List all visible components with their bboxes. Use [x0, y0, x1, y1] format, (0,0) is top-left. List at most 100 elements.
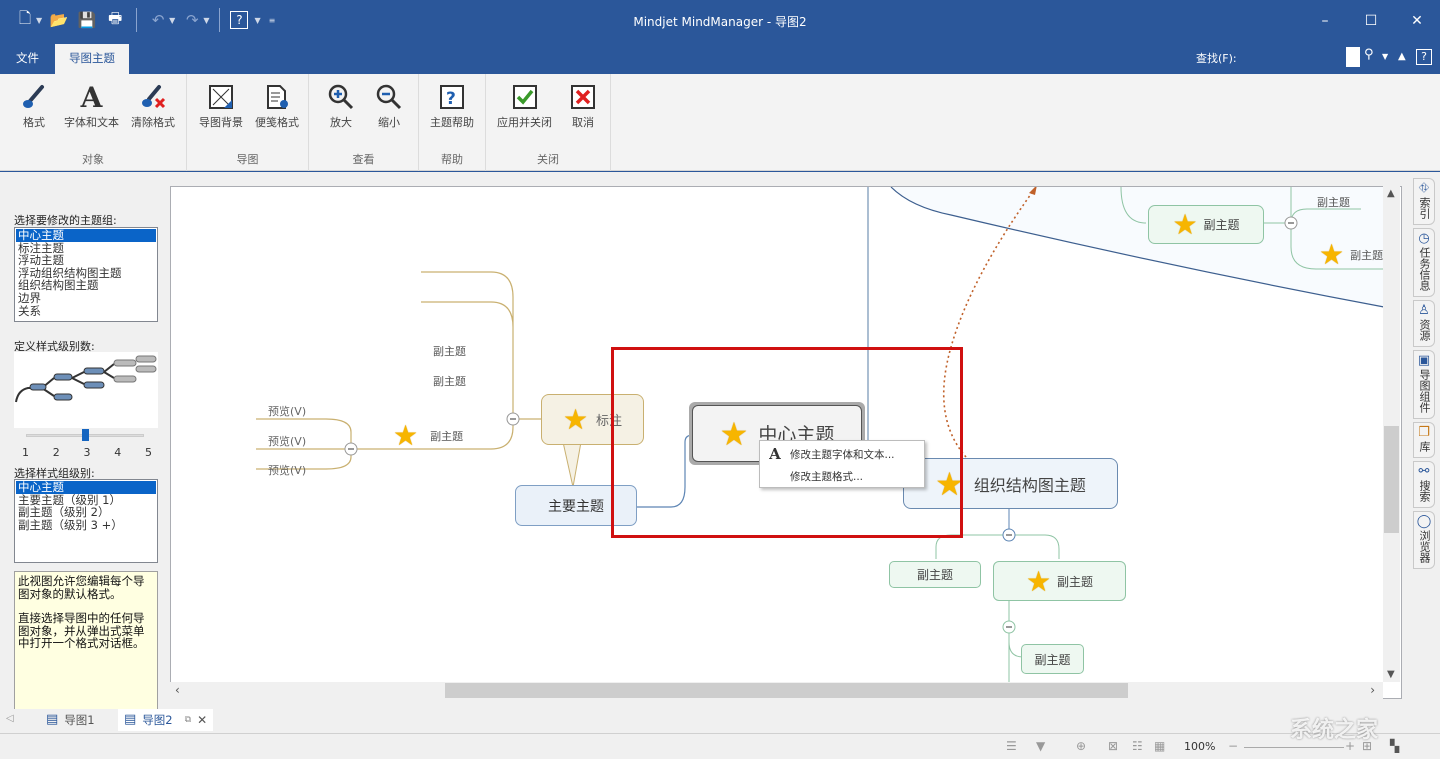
search-icon: ⚯ [1418, 464, 1430, 479]
side-tab-library[interactable]: ❐ 库 [1413, 422, 1435, 458]
redo-icon[interactable]: ↷ [181, 9, 203, 31]
help-dropdown-icon[interactable]: ▼ [254, 16, 260, 25]
doc-tab-label: 导图2 [142, 713, 173, 727]
scroll-left-icon[interactable]: ‹ [175, 683, 180, 697]
new-dropdown-icon[interactable]: ▼ [36, 16, 42, 25]
tab-file[interactable]: 文件 [2, 44, 53, 74]
collapse-icon[interactable]: ⊠ [1108, 739, 1118, 753]
horizontal-scrollbar[interactable]: ‹ › [170, 682, 1383, 699]
preview-node[interactable]: 预览(V) [268, 433, 306, 449]
side-tab-search[interactable]: ⚯ 搜索 [1413, 461, 1435, 508]
print-icon[interactable]: 🖶 [104, 9, 126, 31]
list-item[interactable]: 中心主题 [16, 229, 156, 242]
preview-node[interactable]: 预览(V) [268, 462, 306, 478]
preview-node[interactable]: 预览(V) [268, 403, 306, 419]
side-tab-label: 库 [1418, 441, 1431, 452]
undo-dropdown-icon[interactable]: ▼ [169, 16, 175, 25]
minimize-button[interactable]: – [1302, 0, 1348, 42]
customize-qat-icon[interactable]: ≡ [269, 16, 276, 25]
undo-icon[interactable]: ↶ [147, 9, 169, 31]
binoculars-icon[interactable]: ⚲ [1364, 47, 1374, 62]
side-tab-index[interactable]: ⛗ 索引 [1413, 178, 1435, 225]
apply-close-button[interactable]: 应用并关闭 [497, 80, 552, 130]
layout-icon[interactable]: ▚ [1390, 739, 1399, 753]
find-dropdown-icon[interactable]: ▼ [1382, 52, 1388, 61]
format-button[interactable]: 格式 [20, 80, 48, 130]
group-label: 关闭 [537, 153, 559, 166]
subtopic-node[interactable]: 副主题 [1317, 194, 1350, 210]
help-icon[interactable]: ? [230, 11, 249, 29]
notes-icon[interactable]: ☷ [1132, 739, 1143, 753]
side-tab-browser[interactable]: ◯ 浏览器 [1413, 511, 1435, 569]
list-item[interactable]: 中心主题 [16, 481, 156, 494]
index-icon: ⛗ [1418, 181, 1430, 196]
subtopic-node[interactable]: ★ 副主题 [1148, 205, 1264, 244]
topic-group-label: 选择要修改的主题组: [14, 214, 117, 227]
list-item[interactable]: 浮动主题 [16, 254, 156, 267]
tab-map-theme[interactable]: 导图主题 [55, 44, 129, 74]
subtopic-node[interactable]: ★ 副主题 [393, 419, 463, 452]
theme-help-icon: ? [430, 80, 474, 114]
redo-dropdown-icon[interactable]: ▼ [203, 16, 209, 25]
zoom-out-button[interactable]: 缩小 [375, 80, 403, 130]
browser-icon: ◯ [1416, 514, 1432, 529]
topic-group-list[interactable]: 中心主题 标注主题 浮动主题 浮动组织结构图主题 组织结构图主题 边界 关系 [14, 227, 158, 322]
close-button[interactable]: ✕ [1394, 0, 1440, 42]
doc-tab-map1[interactable]: ▤ 导图1 [46, 709, 95, 731]
float-tab-icon[interactable]: ⧉ [185, 709, 191, 731]
map-background-button[interactable]: 导图背景 [199, 80, 243, 130]
list-item[interactable]: 副主题（级别 3 +） [16, 519, 156, 532]
side-tab-label: 任务信息 [1418, 247, 1431, 291]
maximize-button[interactable]: ☐ [1348, 0, 1394, 42]
tick-label: 2 [52, 446, 60, 459]
list-item[interactable]: 关系 [16, 304, 156, 318]
outline-view-icon[interactable]: ☰ [1006, 739, 1017, 753]
side-tab-task-info[interactable]: ◷ 任务信息 [1413, 228, 1435, 297]
collapse-ribbon-icon[interactable]: ▲ [1398, 51, 1406, 62]
subtopic-node[interactable]: ★ 副主题 [993, 561, 1126, 601]
list-item[interactable]: 边界 [16, 292, 156, 305]
doc-tab-map2[interactable]: ▤ 导图2 ⧉ ✕ [118, 709, 214, 731]
side-tab-resources[interactable]: ♙ 资源 [1413, 300, 1435, 347]
cancel-button[interactable]: 取消 [570, 80, 596, 130]
subtopic-node[interactable]: 副主题 [433, 343, 466, 359]
scroll-thumb[interactable] [1384, 426, 1399, 533]
font-text-button[interactable]: A 字体和文本 [64, 80, 119, 130]
find-dropdown[interactable] [1346, 47, 1360, 67]
tab-scroll-left-icon[interactable]: ◁ [6, 713, 14, 724]
help-icon[interactable]: ? [1416, 49, 1432, 65]
zoom-out-icon[interactable]: − [1228, 739, 1238, 753]
vertical-scrollbar[interactable]: ▲ ▼ [1383, 186, 1400, 682]
calendar-icon[interactable]: ▦ [1154, 739, 1165, 753]
scroll-right-icon[interactable]: › [1370, 683, 1375, 697]
library-icon: ❐ [1418, 425, 1430, 440]
notes-format-button[interactable]: 便笺格式 [255, 80, 299, 130]
clear-format-button[interactable]: 清除格式 [131, 80, 175, 130]
theme-help-button[interactable]: ? 主题帮助 [430, 80, 474, 130]
scroll-up-icon[interactable]: ▲ [1387, 188, 1395, 199]
map-background-icon [199, 80, 243, 114]
style-group-list[interactable]: 中心主题 主要主题（级别 1） 副主题（级别 2） 副主题（级别 3 +） [14, 479, 158, 563]
list-item[interactable]: 副主题（级别 2） [16, 506, 156, 519]
add-topic-icon[interactable]: ⊕ [1076, 739, 1086, 753]
zoom-in-label: 放大 [330, 116, 352, 129]
subtopic-node[interactable]: ★ 副主题 [1319, 238, 1383, 271]
slider-thumb[interactable] [82, 429, 89, 441]
filter-icon[interactable]: ▼ [1036, 739, 1045, 753]
subtopic-node[interactable]: 副主题 [433, 373, 466, 389]
new-document-icon[interactable]: 🗋 [14, 9, 36, 31]
scroll-thumb[interactable] [445, 683, 1128, 698]
cancel-label: 取消 [572, 116, 594, 129]
apply-close-icon [497, 80, 552, 114]
subtopic-node[interactable]: 副主题 [1021, 644, 1084, 674]
open-icon[interactable]: 📂 [48, 9, 70, 31]
side-tab-map-parts[interactable]: ▣ 导图组件 [1413, 350, 1435, 419]
save-icon[interactable]: 💾 [76, 9, 98, 31]
format-label: 格式 [23, 116, 45, 129]
close-tab-icon[interactable]: ✕ [197, 709, 207, 731]
subtopic-node[interactable]: 副主题 [889, 561, 981, 588]
zoom-slider[interactable] [1244, 747, 1344, 748]
tick-label: 5 [145, 446, 152, 459]
scroll-down-icon[interactable]: ▼ [1387, 669, 1395, 680]
zoom-in-button[interactable]: 放大 [327, 80, 355, 130]
